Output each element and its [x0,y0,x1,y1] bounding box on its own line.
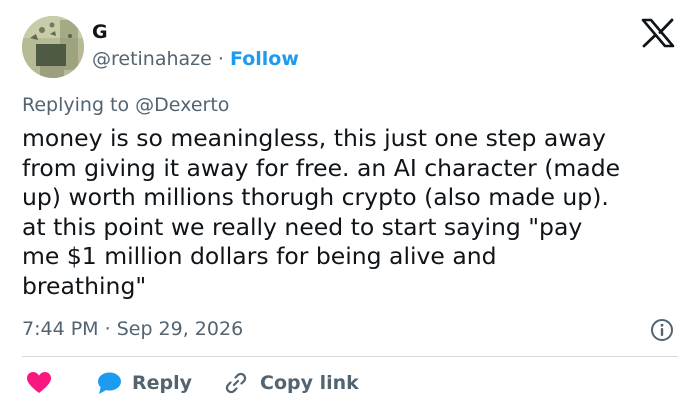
copy-link-label: Copy link [260,372,359,394]
tweet-time[interactable]: 7:44 PM [22,318,99,340]
tweet-text: money is so meaningless, this just one s… [22,124,682,301]
tweet-text-line: up) worth millions thorugh crypto (also … [22,183,609,211]
tweet-date[interactable]: Sep 29, 2026 [117,318,243,340]
info-icon[interactable] [650,318,674,342]
x-logo-icon[interactable] [640,18,676,48]
handle-row: @retinahaze · Follow [92,47,299,71]
replying-prefix: Replying to [22,94,130,116]
handle-separator: · [217,48,224,70]
replying-to: Replying to @Dexerto [22,92,229,118]
action-bar: Reply Copy link [22,368,359,398]
tweet-text-line: breathing" [22,271,147,300]
tweet-text-line: me $1 million dollars for being alive an… [22,242,497,270]
avatar[interactable] [22,16,84,78]
follow-button[interactable]: Follow [230,48,299,70]
user-handle[interactable]: @retinahaze [92,48,212,70]
link-icon [225,372,247,394]
avatar-image [22,16,84,78]
like-button[interactable] [26,371,52,395]
timestamp-separator: · [104,318,111,340]
display-name[interactable]: G [92,20,108,44]
reply-button[interactable]: Reply [96,371,192,395]
timestamp-row: 7:44 PM · Sep 29, 2026 [22,316,243,342]
tweet-text-line: at this point we really need to start sa… [22,212,583,241]
reply-bubble-icon [98,372,121,394]
tweet-text-line: from giving it away for free. an AI char… [22,153,621,182]
divider [22,356,678,357]
reply-mention-link[interactable]: @Dexerto [135,94,229,116]
reply-label: Reply [132,372,193,394]
tweet-text-line: money is so meaningless, this just one s… [22,124,606,152]
copy-link-button[interactable]: Copy link [224,371,359,395]
heart-icon [27,372,51,393]
